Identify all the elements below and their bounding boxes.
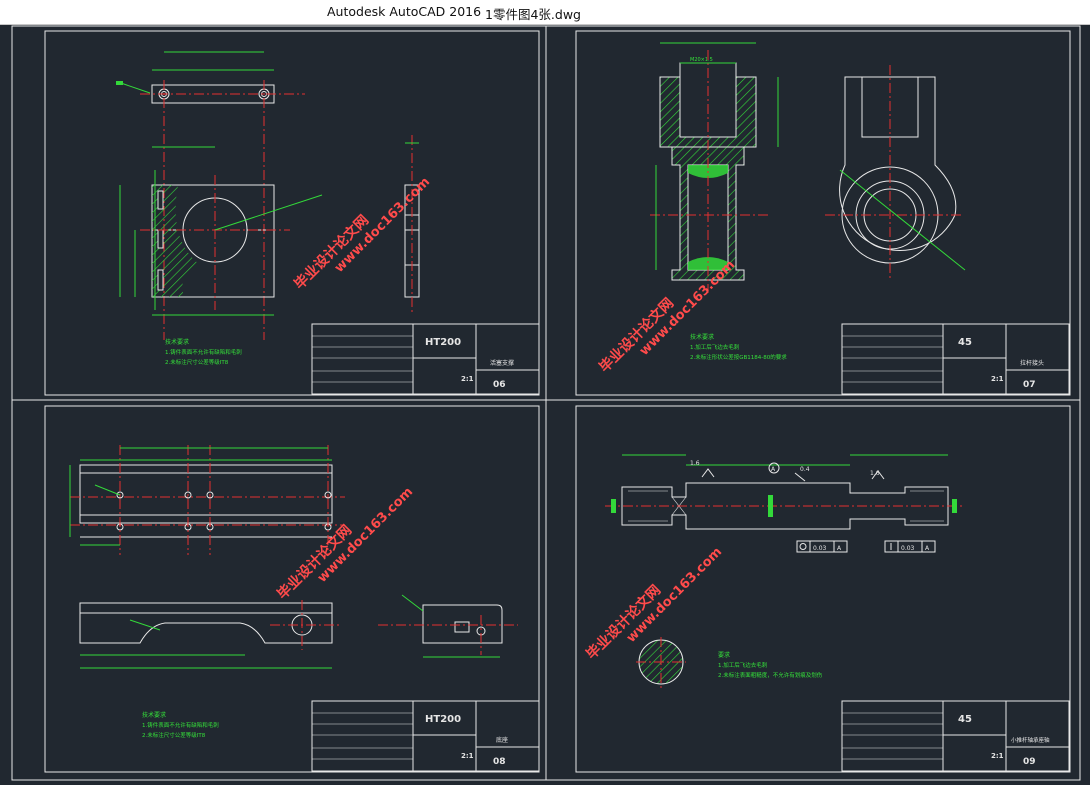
sheet-2-notes: 技术要求 1.加工后飞边去毛刺 2.未标注形状公差按GB1184-80的要求 [690,333,787,361]
sheet-1-notes: 技术要求 1.铸件表面不允许有缺陷和毛刺 2.未标注尺寸公差等级IT8 [165,338,242,366]
sheet-1-note-2: 2.未标注尺寸公差等级IT8 [165,358,229,366]
sheet-1-material: HT200 [425,337,461,348]
sheet-2-thread-dim: M20×1.5 [690,57,713,63]
sheet-4-notes-title: 要求 [718,651,730,659]
sheet-3-note-2: 2.未标注尺寸公差等级IT8 [142,731,206,739]
sheet-4-tol-1: 0.03 [813,545,827,552]
title-bar: Autodesk AutoCAD 2016 1零件图4张.dwg [0,0,1090,25]
drawing-canvas[interactable]: 技术要求 1.铸件表面不允许有缺陷和毛刺 2.未标注尺寸公差等级IT8 HT20… [0,25,1090,785]
sheet-2-part-name: 拉杆接头 [1020,359,1044,367]
watermark-3: 毕业设计论文网 www.doc163.com [274,484,416,602]
app-title: Autodesk AutoCAD 2016 [327,4,482,19]
sheet-1-scale: 2:1 [461,375,474,383]
sheet-1-notes-title: 技术要求 [165,338,189,346]
sheet-2-note-2: 2.未标注形状公差按GB1184-80的要求 [690,353,787,361]
sheet-1-note-1: 1.铸件表面不允许有缺陷和毛刺 [165,348,242,356]
sheet-4-title-block: 45 小推杆轴承座轴 2:1 09 [841,700,1070,772]
sheet-frame-1 [44,30,540,396]
sheet-2-scale: 2:1 [991,375,1004,383]
sheet-3-scale: 2:1 [461,752,474,760]
sheet-2-note-1: 1.加工后飞边去毛刺 [690,343,740,351]
sheet-3-note-1: 1.铸件表面不允许有缺陷和毛刺 [142,721,219,729]
sheet-4-note-1: 1.加工后飞边去毛刺 [718,661,768,669]
sheet-1-part-name: 活塞支撑 [490,359,514,367]
file-name: 1零件图4张.dwg [485,7,581,22]
sheet-3-title-block: HT200 底座 2:1 08 [311,700,540,772]
sheet-2-drawing: M20×1.5 [650,42,966,293]
sheet-4-notes: 要求 1.加工后飞边去毛刺 2.未标注表面粗糙度，不允许有划痕及划伤 [718,651,823,679]
sheet-4-number: 09 [1023,757,1036,767]
sheet-4-roughness-3: 0.4 [800,466,810,473]
sheet-2-notes-title: 技术要求 [690,333,714,341]
sheet-4-note-2: 2.未标注表面粗糙度，不允许有划痕及划伤 [718,671,823,679]
sheet-4-tol-2: 0.03 [901,545,915,552]
sheet-3-material: HT200 [425,714,461,725]
sheet-4-drawing: 1.6 1.6 0.4 A 0.03 A 0.03 A [605,454,962,690]
sheet-4-tol-1-datum: A [837,545,842,552]
sheet-3-drawing [69,445,518,669]
sheet-3-number: 08 [493,757,506,767]
sheet-1-number: 06 [493,380,506,390]
sheet-3-part-name: 底座 [496,736,508,744]
sheet-3-notes: 技术要求 1.铸件表面不允许有缺陷和毛刺 2.未标注尺寸公差等级IT8 [142,711,219,739]
sheet-2-title-block: 45 拉杆接头 2:1 07 [841,323,1070,395]
sheet-2-number: 07 [1023,380,1036,390]
sheet-4-tol-2-datum: A [925,545,930,552]
sheet-1-drawing [116,51,420,340]
sheet-1-title-block: HT200 活塞支撑 2:1 06 [311,323,540,395]
drawing-svg: 技术要求 1.铸件表面不允许有缺陷和毛刺 2.未标注尺寸公差等级IT8 HT20… [11,25,1081,781]
sheet-4-roughness-2: 1.6 [870,470,880,477]
sheet-4-datum: A [771,466,776,473]
sheet-3-notes-title: 技术要求 [142,711,166,719]
sheet-4-part-name: 小推杆轴承座轴 [1011,736,1050,744]
sheet-4-roughness-1: 1.6 [690,460,700,467]
sheet-4-material: 45 [958,714,972,725]
sheet-2-material: 45 [958,337,972,348]
sheet-4-scale: 2:1 [991,752,1004,760]
